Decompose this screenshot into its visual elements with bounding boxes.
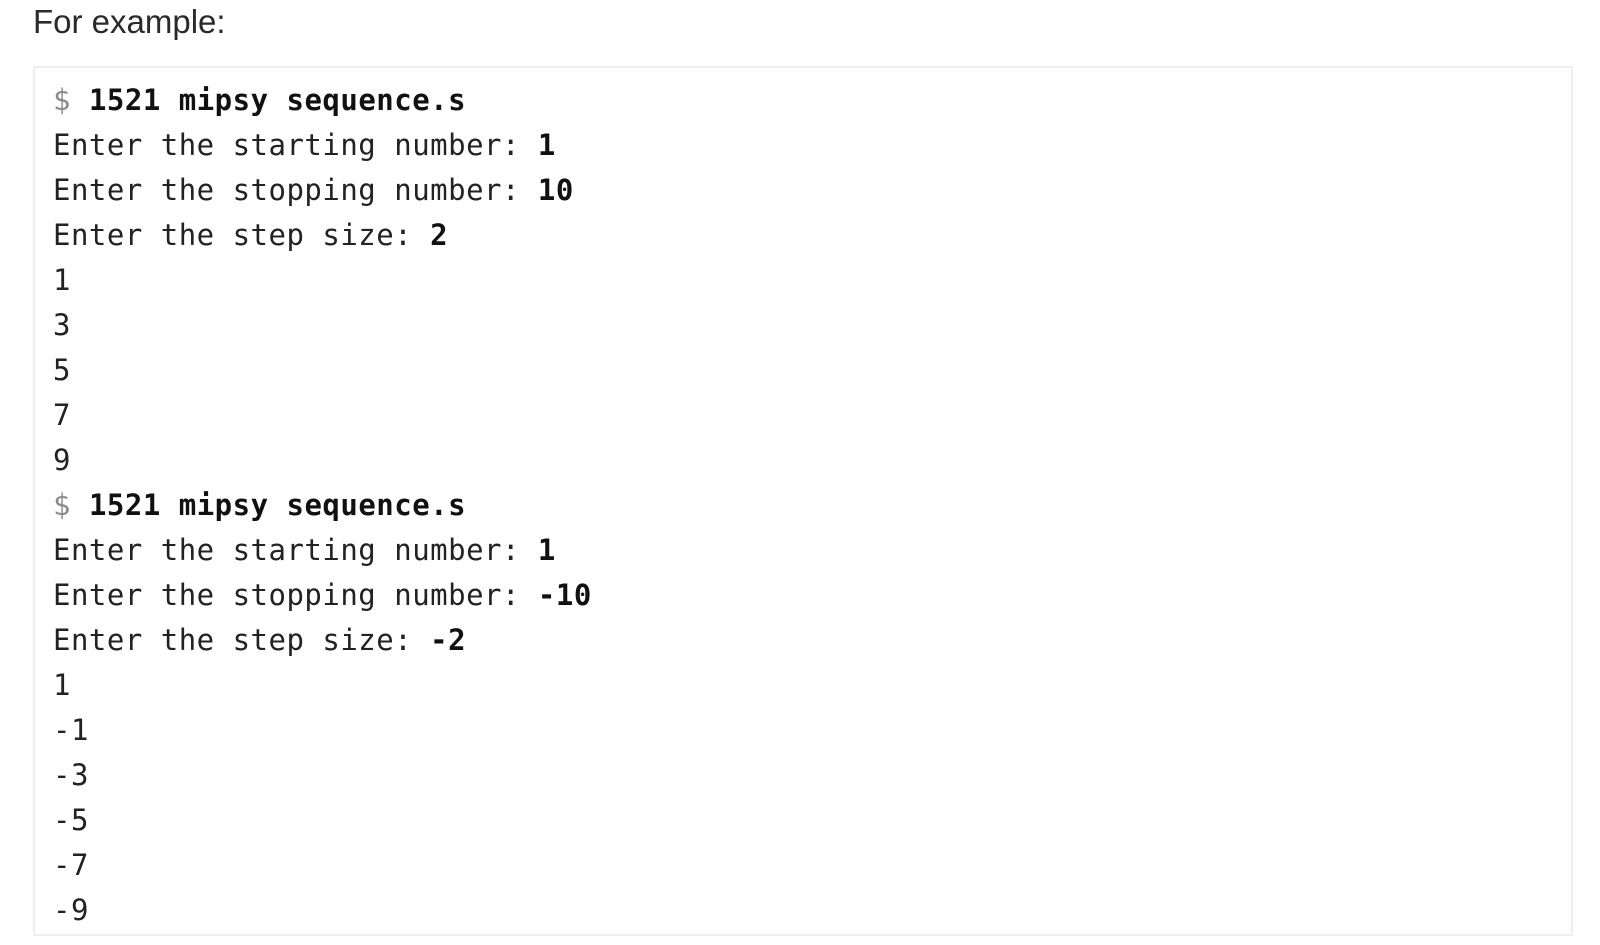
output-line: -5 xyxy=(53,803,89,837)
output-line: 1 xyxy=(53,668,71,702)
user-input: -10 xyxy=(537,578,592,612)
prompt-line: Enter the stopping number: 10 xyxy=(53,168,1571,213)
user-input: 1 xyxy=(537,533,556,567)
output-line: -1 xyxy=(53,713,89,747)
prompt-line: Enter the starting number: 1 xyxy=(53,123,1571,168)
prompt-label: Enter the stopping number: xyxy=(53,578,538,612)
shell-prompt: $ xyxy=(53,83,71,117)
prompt-label: Enter the stopping number: xyxy=(53,173,538,207)
command: 1521 mipsy sequence.s xyxy=(88,83,467,117)
output-line: 1 xyxy=(53,263,71,297)
user-input: 2 xyxy=(430,218,449,252)
prompt-line: Enter the step size: -2 xyxy=(53,618,1571,663)
output-line: 5 xyxy=(53,353,71,387)
session-2: $ 1521 mipsy sequence.s Enter the starti… xyxy=(53,483,1571,933)
user-input: -2 xyxy=(430,623,467,657)
prompt-label: Enter the step size: xyxy=(53,218,431,252)
intro-text: For example: xyxy=(33,3,226,40)
prompt-label: Enter the step size: xyxy=(53,623,431,657)
prompt-line: Enter the starting number: 1 xyxy=(53,528,1571,573)
output-line: -3 xyxy=(53,758,89,792)
session-1: $ 1521 mipsy sequence.s Enter the starti… xyxy=(53,78,1571,483)
user-input: 1 xyxy=(537,128,556,162)
prompt-line: Enter the step size: 2 xyxy=(53,213,1571,258)
prompt-label: Enter the starting number: xyxy=(53,128,538,162)
command: 1521 mipsy sequence.s xyxy=(88,488,467,522)
shell-prompt: $ xyxy=(53,488,71,522)
output-line: -9 xyxy=(53,893,89,927)
command-line: $ 1521 mipsy sequence.s xyxy=(53,78,1571,123)
output-line: 3 xyxy=(53,308,71,342)
prompt-line: Enter the stopping number: -10 xyxy=(53,573,1571,618)
command-line: $ 1521 mipsy sequence.s xyxy=(53,483,1571,528)
terminal-example: $ 1521 mipsy sequence.s Enter the starti… xyxy=(33,66,1573,936)
output-line: -7 xyxy=(53,848,89,882)
output-line: 9 xyxy=(53,443,71,477)
user-input: 10 xyxy=(537,173,574,207)
output-line: 7 xyxy=(53,398,71,432)
prompt-label: Enter the starting number: xyxy=(53,533,538,567)
